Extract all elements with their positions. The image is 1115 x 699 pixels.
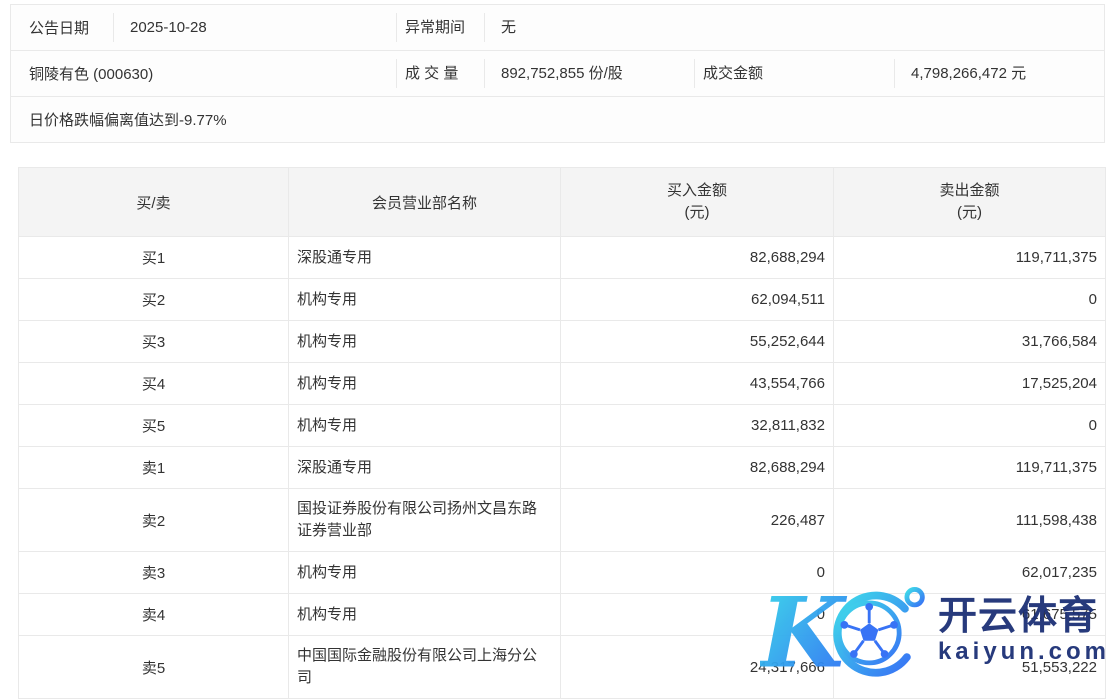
broker-name: 机构专用 xyxy=(289,594,561,636)
table-header-row: 买/卖 会员营业部名称 买入金额 (元) 卖出金额 (元) xyxy=(19,168,1106,237)
buy-sell-rank: 卖5 xyxy=(19,636,289,699)
broker-name: 机构专用 xyxy=(289,405,561,447)
sell-amount: 62,017,235 xyxy=(834,552,1106,594)
summary-panel: 公告日期 2025-10-28 异常期间 无 铜陵有色 (000630) 成 交… xyxy=(10,4,1105,143)
buy-sell-rank: 卖2 xyxy=(19,489,289,552)
table-row: 卖2 国投证券股份有限公司扬州文昌东路证券营业部 226,487 111,598… xyxy=(19,489,1106,552)
sell-amount: 31,766,584 xyxy=(834,321,1106,363)
buy-sell-rank: 买2 xyxy=(19,279,289,321)
broker-name: 国投证券股份有限公司扬州文昌东路证券营业部 xyxy=(289,489,561,552)
col-header-buy-sell: 买/卖 xyxy=(19,168,289,237)
summary-row-1: 公告日期 2025-10-28 异常期间 无 xyxy=(11,5,1104,50)
buy-amount: 0 xyxy=(561,552,834,594)
buy-sell-rank: 买5 xyxy=(19,405,289,447)
buy-amount: 226,487 xyxy=(561,489,834,552)
broker-seats-table: 买/卖 会员营业部名称 买入金额 (元) 卖出金额 (元) 买1 深股通专用 8… xyxy=(18,167,1106,699)
col-header-sell-amount: 卖出金额 (元) xyxy=(834,168,1106,237)
broker-name: 机构专用 xyxy=(289,321,561,363)
sell-amount: 119,711,375 xyxy=(834,237,1106,279)
sell-amount: 51,553,222 xyxy=(834,636,1106,699)
buy-sell-rank: 买3 xyxy=(19,321,289,363)
price-deviation-note: 日价格跌幅偏离值达到-9.77% xyxy=(11,109,1104,130)
announcement-date-label: 公告日期 xyxy=(11,17,113,38)
abnormal-period-value: 无 xyxy=(484,13,1104,42)
broker-name: 中国国际金融股份有限公司上海分公司 xyxy=(289,636,561,699)
table-row: 卖3 机构专用 0 62,017,235 xyxy=(19,552,1106,594)
broker-name: 深股通专用 xyxy=(289,447,561,489)
turnover-value: 4,798,266,472 元 xyxy=(894,59,1104,88)
buy-sell-rank: 卖4 xyxy=(19,594,289,636)
buy-amount: 82,688,294 xyxy=(561,447,834,489)
table-row: 买3 机构专用 55,252,644 31,766,584 xyxy=(19,321,1106,363)
broker-name: 机构专用 xyxy=(289,279,561,321)
volume-label: 成 交 量 xyxy=(396,59,484,88)
summary-row-2: 铜陵有色 (000630) 成 交 量 892,752,855 份/股 成交金额… xyxy=(11,50,1104,96)
buy-sell-rank: 卖1 xyxy=(19,447,289,489)
buy-amount: 62,094,511 xyxy=(561,279,834,321)
table-row: 买1 深股通专用 82,688,294 119,711,375 xyxy=(19,237,1106,279)
buy-sell-rank: 买1 xyxy=(19,237,289,279)
stock-title: 铜陵有色 (000630) xyxy=(11,63,396,84)
announcement-date-value: 2025-10-28 xyxy=(113,13,396,42)
table-row: 卖1 深股通专用 82,688,294 119,711,375 xyxy=(19,447,1106,489)
buy-amount: 43,554,766 xyxy=(561,363,834,405)
table-row: 买2 机构专用 62,094,511 0 xyxy=(19,279,1106,321)
sell-amount: 0 xyxy=(834,279,1106,321)
table-row: 卖4 机构专用 0 61,675,575 xyxy=(19,594,1106,636)
broker-name: 机构专用 xyxy=(289,552,561,594)
buy-sell-rank: 卖3 xyxy=(19,552,289,594)
sell-amount: 0 xyxy=(834,405,1106,447)
buy-amount: 32,811,832 xyxy=(561,405,834,447)
buy-amount: 55,252,644 xyxy=(561,321,834,363)
abnormal-period-label: 异常期间 xyxy=(396,13,484,42)
turnover-label: 成交金额 xyxy=(694,59,894,88)
buy-amount: 82,688,294 xyxy=(561,237,834,279)
table-row: 买5 机构专用 32,811,832 0 xyxy=(19,405,1106,447)
volume-value: 892,752,855 份/股 xyxy=(484,59,694,88)
sell-amount: 17,525,204 xyxy=(834,363,1106,405)
sell-amount: 61,675,575 xyxy=(834,594,1106,636)
summary-row-3: 日价格跌幅偏离值达到-9.77% xyxy=(11,96,1104,142)
table-row: 卖5 中国国际金融股份有限公司上海分公司 24,317,666 51,553,2… xyxy=(19,636,1106,699)
buy-amount: 0 xyxy=(561,594,834,636)
sell-amount: 111,598,438 xyxy=(834,489,1106,552)
buy-sell-rank: 买4 xyxy=(19,363,289,405)
col-header-broker-name: 会员营业部名称 xyxy=(289,168,561,237)
broker-name: 深股通专用 xyxy=(289,237,561,279)
table-row: 买4 机构专用 43,554,766 17,525,204 xyxy=(19,363,1106,405)
broker-name: 机构专用 xyxy=(289,363,561,405)
sell-amount: 119,711,375 xyxy=(834,447,1106,489)
col-header-buy-amount: 买入金额 (元) xyxy=(561,168,834,237)
buy-amount: 24,317,666 xyxy=(561,636,834,699)
